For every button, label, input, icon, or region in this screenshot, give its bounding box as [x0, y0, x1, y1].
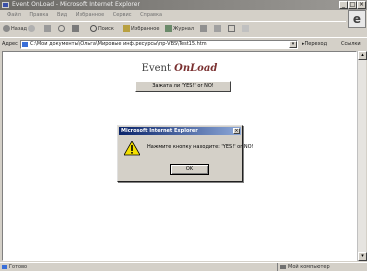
page-question-button[interactable]: Зажата ли 'YES!' or NO! [135, 81, 231, 92]
mail-icon [200, 25, 207, 32]
discuss-icon [242, 25, 249, 32]
search-button[interactable]: Поиск [90, 24, 114, 35]
scroll-down-icon[interactable]: ▾ [358, 252, 367, 261]
alert-dialog: Microsoft Internet Explorer × Нажмите кн… [117, 125, 254, 182]
favorites-button[interactable]: Избранное [123, 24, 159, 35]
stop-button[interactable] [44, 24, 52, 35]
home-button[interactable] [72, 24, 80, 35]
menu-item-file[interactable]: Файл [7, 10, 21, 20]
status-text: Готово [9, 264, 28, 270]
ie-app-icon [2, 2, 9, 8]
menu-item-help[interactable]: Справка [140, 10, 162, 20]
print-icon [214, 25, 221, 32]
search-icon [90, 25, 97, 32]
go-button[interactable]: ▸Переход [302, 40, 327, 49]
back-button[interactable]: Назад [3, 24, 27, 35]
heading-emphasis: OnLoad [174, 63, 218, 74]
title-bar[interactable]: Event OnLoad - Microsoft Internet Explor… [0, 0, 367, 10]
menu-item-favorites[interactable]: Избранное [76, 10, 104, 20]
ok-button[interactable]: OK [170, 164, 209, 175]
dialog-title-bar[interactable]: Microsoft Internet Explorer × [119, 127, 241, 135]
ie-logo-icon: e [348, 10, 366, 28]
close-button[interactable]: × [357, 1, 366, 9]
edit-button[interactable] [228, 24, 236, 35]
address-dropdown-button[interactable]: ▾ [289, 41, 297, 48]
browser-window: Event OnLoad - Microsoft Internet Explor… [0, 0, 367, 271]
edit-icon [228, 25, 235, 32]
address-bar: Адрес C:\Мои документы\Ольга\Мировые инф… [0, 37, 367, 49]
done-icon [2, 265, 7, 269]
dialog-title: Microsoft Internet Explorer [121, 128, 198, 134]
refresh-button[interactable] [58, 24, 66, 35]
minimize-button[interactable]: _ [339, 1, 348, 9]
favorites-icon [123, 25, 130, 32]
menu-item-view[interactable]: Вид [57, 10, 67, 20]
links-button[interactable]: Ссылки [341, 40, 361, 48]
page-heading: Event OnLoad [3, 63, 356, 74]
home-icon [72, 25, 79, 32]
menu-bar: Файл Правка Вид Избранное Сервис Справка [0, 10, 367, 20]
refresh-icon [58, 25, 65, 32]
computer-icon [280, 265, 286, 269]
stop-icon [44, 25, 51, 32]
dialog-message: Нажмите кнопку находите: 'YES!' or NO! [147, 144, 254, 150]
window-title: Event OnLoad - Microsoft Internet Explor… [12, 1, 140, 8]
address-value: C:\Мои документы\Ольга\Мировые инф.ресур… [30, 41, 207, 47]
status-bar: Готово Мой компьютер [0, 262, 367, 271]
vertical-scrollbar[interactable]: ▴ ▾ [357, 51, 367, 261]
dialog-close-button[interactable]: × [233, 128, 240, 134]
history-icon [165, 25, 172, 32]
heading-prefix: Event [141, 63, 171, 74]
print-button[interactable] [214, 24, 222, 35]
maximize-button[interactable]: □ [348, 1, 357, 9]
menu-item-edit[interactable]: Правка [29, 10, 48, 20]
menu-item-tools[interactable]: Сервис [113, 10, 132, 20]
scroll-up-icon[interactable]: ▴ [358, 51, 367, 60]
status-zone-text: Мой компьютер [288, 264, 330, 270]
address-input[interactable]: C:\Мои документы\Ольга\Мировые инф.ресур… [20, 40, 298, 49]
page-icon [22, 42, 28, 47]
discuss-button[interactable] [242, 24, 250, 35]
mail-button[interactable] [200, 24, 208, 35]
forward-arrow-icon [28, 25, 35, 32]
warning-icon [124, 141, 140, 156]
address-label: Адрес [2, 41, 18, 47]
forward-button[interactable] [28, 24, 36, 35]
history-button[interactable]: Журнал [165, 24, 194, 35]
back-arrow-icon [3, 25, 10, 32]
toolbar: Назад Поиск Избранное Журнал [0, 21, 346, 36]
